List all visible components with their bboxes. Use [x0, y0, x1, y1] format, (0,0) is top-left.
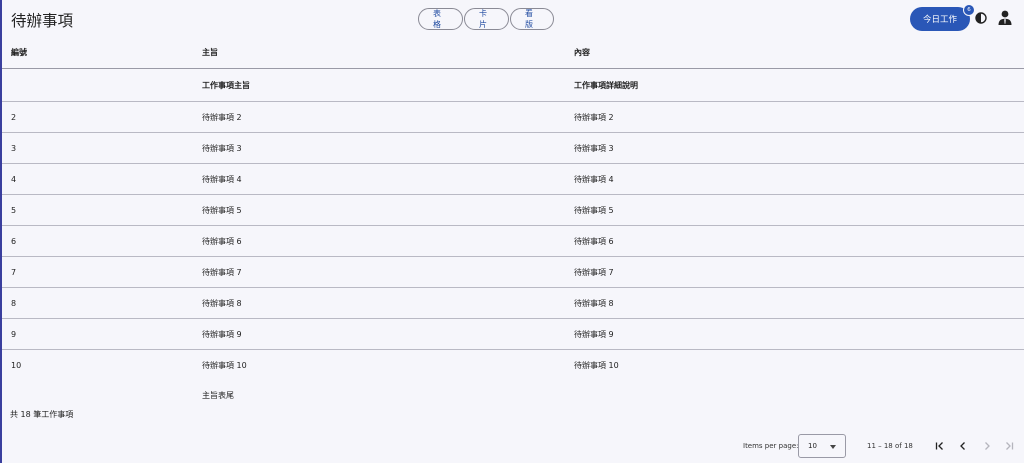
page-size-select[interactable]: 10: [798, 434, 846, 458]
row-subject: 待辦事項 4: [202, 174, 242, 184]
row-content: 待辦事項 7: [574, 267, 614, 277]
table-row[interactable]: 2 待辦事項 2 待辦事項 2: [2, 102, 1024, 133]
row-content: 待辦事項 8: [574, 298, 614, 308]
row-no: 6: [11, 236, 17, 246]
chevron-right-icon[interactable]: [981, 440, 993, 452]
table-view-button[interactable]: 表格: [418, 8, 463, 30]
row-no: 8: [11, 298, 17, 308]
dropdown-arrow-icon: [830, 445, 836, 449]
row-content: 待辦事項 3: [574, 143, 614, 153]
row-content: 待辦事項 4: [574, 174, 614, 184]
row-no: 4: [11, 174, 17, 184]
table-row[interactable]: 6 待辦事項 6 待辦事項 6: [2, 226, 1024, 257]
todo-table: 編號 主旨 內容 工作事項主旨 工作事項詳細說明 2 待辦事項 2 待辦事項 2…: [2, 37, 1024, 410]
table-footer-row: 主旨表尾: [2, 380, 1024, 410]
board-view-button[interactable]: 看版: [510, 8, 554, 30]
column-header-subject[interactable]: 主旨: [202, 37, 218, 68]
row-no: 3: [11, 143, 17, 153]
table-row[interactable]: 8 待辦事項 8 待辦事項 8: [2, 288, 1024, 319]
row-content: 待辦事項 5: [574, 205, 614, 215]
row-subject: 待辦事項 2: [202, 112, 242, 122]
contrast-icon[interactable]: [975, 12, 987, 24]
row-content: 待辦事項 10: [574, 360, 619, 370]
row-no: 5: [11, 205, 17, 215]
row-content: 待辦事項 2: [574, 112, 614, 122]
row-subject: 待辦事項 8: [202, 298, 242, 308]
page-range-label: 11 – 18 of 18: [867, 442, 913, 450]
items-per-page-label: Items per page:: [743, 442, 799, 450]
row-subject: 待辦事項 6: [202, 236, 242, 246]
chevron-left-icon[interactable]: [957, 440, 969, 452]
subheader-subject: 工作事項主旨: [202, 80, 250, 90]
row-subject: 待辦事項 10: [202, 360, 247, 370]
row-subject: 待辦事項 5: [202, 205, 242, 215]
card-view-button[interactable]: 卡片: [464, 8, 509, 30]
today-work-button[interactable]: 今日工作: [910, 7, 970, 31]
row-subject: 待辦事項 7: [202, 267, 242, 277]
row-subject: 待辦事項 3: [202, 143, 242, 153]
table-row[interactable]: 7 待辦事項 7 待辦事項 7: [2, 257, 1024, 288]
item-count-summary: 共 18 筆工作事項: [10, 410, 74, 419]
row-no: 9: [11, 329, 17, 339]
last-page-icon[interactable]: [1003, 440, 1015, 452]
row-content: 待辦事項 9: [574, 329, 614, 339]
subheader-content: 工作事項詳細說明: [574, 80, 638, 90]
column-header-no[interactable]: 編號: [11, 37, 27, 68]
table-row[interactable]: 5 待辦事項 5 待辦事項 5: [2, 195, 1024, 226]
table-row[interactable]: 9 待辦事項 9 待辦事項 9: [2, 319, 1024, 350]
row-subject: 待辦事項 9: [202, 329, 242, 339]
page-title: 待辦事項: [11, 12, 74, 30]
table-row[interactable]: 10 待辦事項 10 待辦事項 10: [2, 350, 1024, 380]
page-size-value: 10: [808, 442, 817, 450]
column-header-content[interactable]: 內容: [574, 37, 590, 68]
table-row[interactable]: 3 待辦事項 3 待辦事項 3: [2, 133, 1024, 164]
row-content: 待辦事項 6: [574, 236, 614, 246]
row-no: 2: [11, 112, 17, 122]
first-page-icon[interactable]: [934, 440, 946, 452]
table-subheader-row: 工作事項主旨 工作事項詳細說明: [2, 69, 1024, 102]
footer-subject: 主旨表尾: [202, 390, 234, 400]
row-no: 10: [11, 360, 22, 370]
today-count-badge: 6: [963, 4, 975, 16]
table-row[interactable]: 4 待辦事項 4 待辦事項 4: [2, 164, 1024, 195]
view-toggle-group: 表格 卡片 看版: [418, 8, 554, 30]
table-header-row: 編號 主旨 內容: [2, 37, 1024, 69]
row-no: 7: [11, 267, 17, 277]
account-icon[interactable]: [998, 10, 1012, 25]
